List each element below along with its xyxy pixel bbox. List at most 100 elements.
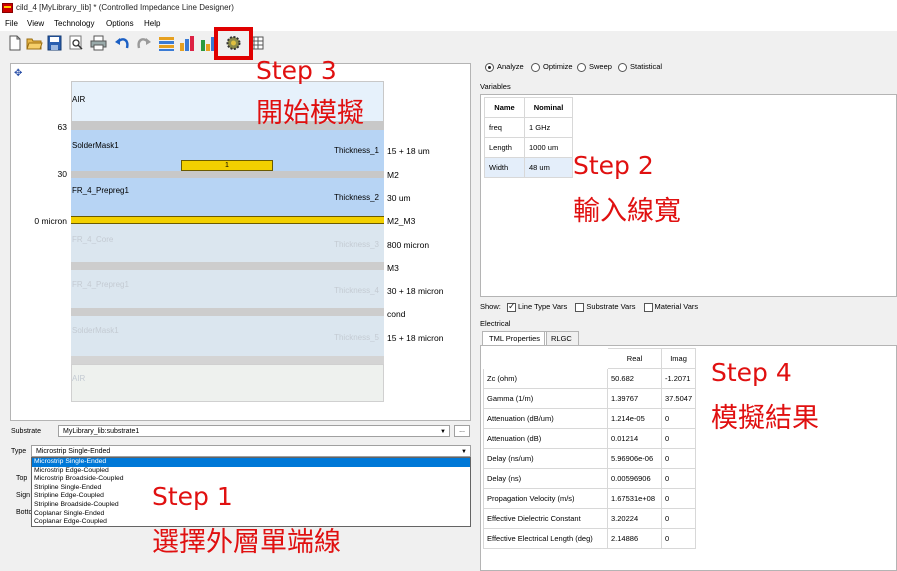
variable-value[interactable]: 1000 um (524, 137, 573, 158)
thickness-value[interactable]: 15 + 18 um (387, 146, 430, 156)
imag-value: 0 (660, 468, 697, 489)
radio-statistical[interactable]: Statistical (618, 62, 662, 72)
table-row: Zc (ohm) 50.682 -1.2071 (483, 368, 697, 389)
menu-help[interactable]: Help (144, 19, 160, 28)
table-row: Attenuation (dB/um) 1.214e-05 0 (483, 408, 697, 429)
bar-chart-icon[interactable] (179, 34, 196, 52)
radio-optimize[interactable]: Optimize (531, 62, 573, 72)
toolbar (0, 31, 897, 55)
layer-air-bottom[interactable] (71, 364, 384, 402)
conductor-label: M3 (387, 263, 399, 273)
type-dropdown-list: Microstrip Single-Ended Microstrip Edge-… (31, 457, 471, 527)
type-option[interactable]: Stripline Edge-Coupled (32, 492, 470, 501)
tab-tml-properties[interactable]: TML Properties (482, 331, 547, 345)
imag-value: 0 (660, 448, 697, 469)
thickness-label: Thickness_5 (334, 333, 379, 342)
menu-bar: File View Technology Options Help (0, 17, 897, 31)
substrate-select[interactable]: MyLibrary_lib:substrate1 ▼ (58, 425, 450, 437)
step3-title: Step 3 (256, 56, 337, 85)
undo-icon[interactable] (114, 34, 131, 52)
real-value: 50.682 (607, 368, 662, 389)
electrical-results-panel: TML Properties RLGC Real Imag Zc (ohm) 50… (480, 331, 897, 571)
open-folder-icon[interactable] (26, 34, 43, 52)
show-options: Show: Line Type Vars Substrate Vars Mate… (480, 301, 698, 312)
radio-analyze[interactable]: Analyze (485, 62, 524, 72)
thickness-label: Thickness_3 (334, 240, 379, 249)
menu-file[interactable]: File (5, 19, 18, 28)
table-row: Attenuation (dB) 0.01214 0 (483, 428, 697, 449)
variable-value[interactable]: 1 GHz (524, 117, 573, 138)
type-option[interactable]: Microstrip Broadside-Coupled (32, 475, 470, 484)
real-value: 1.67531e+08 (607, 488, 662, 509)
print-icon[interactable] (90, 34, 107, 52)
checkbox-substrate-vars[interactable]: Substrate Vars (575, 302, 635, 312)
layer-name: FR_4_Prepreg1 (72, 280, 129, 289)
real-value: 1.214e-05 (607, 408, 662, 429)
property-name: Attenuation (dB) (483, 428, 608, 449)
y-axis-label: 30 (57, 169, 67, 179)
column-header: Real (607, 348, 662, 369)
variables-table: Name Nominal freq 1 GHz Length 1000 um W… (484, 97, 573, 178)
layer-m2-m3-plane[interactable] (71, 216, 384, 224)
tab-rlgc[interactable]: RLGC (544, 331, 579, 345)
type-option[interactable]: Coplanar Single-Ended (32, 510, 470, 519)
y-axis-label: 0 micron (34, 216, 67, 226)
redo-icon[interactable] (135, 34, 152, 52)
property-name: Attenuation (dB/um) (483, 408, 608, 429)
variable-name: Length (484, 137, 525, 158)
layer-chart-icon[interactable] (158, 34, 175, 52)
menu-view[interactable]: View (27, 19, 44, 28)
stackup-panel: ✥ AIR SolderMask1 Thickness_1 15 + 18 um… (10, 63, 471, 421)
save-icon[interactable] (46, 34, 63, 52)
variables-table-box: Name Nominal freq 1 GHz Length 1000 um W… (480, 94, 897, 297)
type-option[interactable]: Microstrip Single-Ended (32, 458, 470, 467)
imag-value: 0 (660, 408, 697, 429)
layer-name: SolderMask1 (72, 141, 119, 150)
simulate-highlight-box (214, 27, 253, 60)
type-option[interactable]: Microstrip Edge-Coupled (32, 467, 470, 476)
imag-value: 0 (660, 508, 697, 529)
type-label: Type (11, 448, 27, 455)
substrate-browse-button[interactable]: ... (454, 425, 470, 437)
table-row: freq 1 GHz (484, 117, 573, 138)
chevron-down-icon: ▼ (461, 449, 467, 455)
thickness-label: Thickness_2 (334, 193, 379, 202)
new-file-icon[interactable] (6, 34, 23, 52)
property-name: Effective Dielectric Constant (483, 508, 608, 529)
imag-value: 0 (660, 488, 697, 509)
variable-value[interactable]: 48 um (524, 157, 573, 178)
menu-options[interactable]: Options (106, 19, 134, 28)
step4-title: Step 4 (711, 358, 792, 387)
thickness-value[interactable]: 800 micron (387, 240, 429, 250)
move-handle-icon[interactable]: ✥ (14, 68, 22, 79)
type-option[interactable]: Stripline Single-Ended (32, 484, 470, 493)
y-axis-label: 63 (57, 122, 67, 132)
type-select[interactable]: Microstrip Single-Ended ▼ (31, 445, 471, 457)
zoom-icon[interactable] (68, 34, 85, 52)
table-row: Effective Electrical Length (deg) 2.14886… (483, 528, 697, 549)
real-value: 2.14886 (607, 528, 662, 549)
property-name: Delay (ns/um) (483, 448, 608, 469)
column-header (484, 349, 608, 369)
layer-m3 (71, 262, 384, 270)
conductor-label: M2 (387, 170, 399, 180)
variable-name: freq (484, 117, 525, 138)
type-option[interactable]: Stripline Broadside-Coupled (32, 501, 470, 510)
step4-text: 模擬結果 (711, 403, 819, 434)
table-row: Length 1000 um (484, 137, 573, 158)
conductor-label: cond (387, 309, 406, 319)
checkbox-material-vars[interactable]: Material Vars (643, 302, 698, 312)
table-row: Delay (ns/um) 5.96906e-06 0 (483, 448, 697, 469)
variable-name: Width (484, 157, 525, 178)
column-header: Name (484, 97, 525, 118)
layer-name: AIR (72, 374, 86, 383)
menu-technology[interactable]: Technology (54, 19, 94, 28)
step1-title: Step 1 (152, 482, 233, 511)
thickness-value[interactable]: 15 + 18 micron (387, 333, 443, 343)
thickness-value[interactable]: 30 + 18 micron (387, 286, 443, 296)
thickness-value[interactable]: 30 um (387, 193, 411, 203)
signal-trace[interactable]: 1 (181, 160, 273, 171)
table-row: Effective Dielectric Constant 3.20224 0 (483, 508, 697, 529)
checkbox-line-type-vars[interactable]: Line Type Vars (506, 301, 567, 312)
radio-sweep[interactable]: Sweep (577, 62, 612, 72)
